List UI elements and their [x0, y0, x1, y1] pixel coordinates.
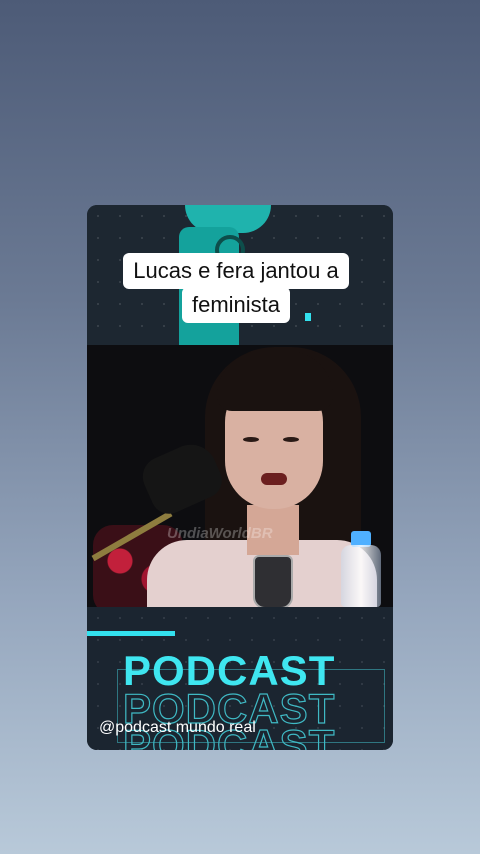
- title-line-1: Lucas e fera jantou a: [123, 253, 349, 289]
- person-mouth: [261, 473, 287, 485]
- water-bottle: [341, 545, 381, 607]
- card-footer-area: PODCAST PODCAST PODCAST @podcast mundo r…: [87, 607, 393, 750]
- person-eye-right: [283, 437, 299, 442]
- card-header-area: Lucas e fera jantou a feminista: [87, 205, 393, 345]
- video-card[interactable]: Lucas e fera jantou a feminista UndiaWor…: [87, 205, 393, 750]
- title-line-2: feminista: [181, 287, 291, 323]
- video-watermark: UndiaWorldBR: [167, 525, 273, 542]
- person-bangs: [217, 351, 333, 411]
- title-caption: Lucas e fera jantou a feminista: [99, 253, 373, 323]
- video-frame[interactable]: UndiaWorldBR: [87, 345, 393, 607]
- cup: [253, 555, 293, 607]
- accent-dot: [305, 313, 311, 321]
- person-eye-left: [243, 437, 259, 442]
- accent-bar: [87, 631, 175, 636]
- channel-handle[interactable]: @podcast mundo real: [99, 719, 256, 737]
